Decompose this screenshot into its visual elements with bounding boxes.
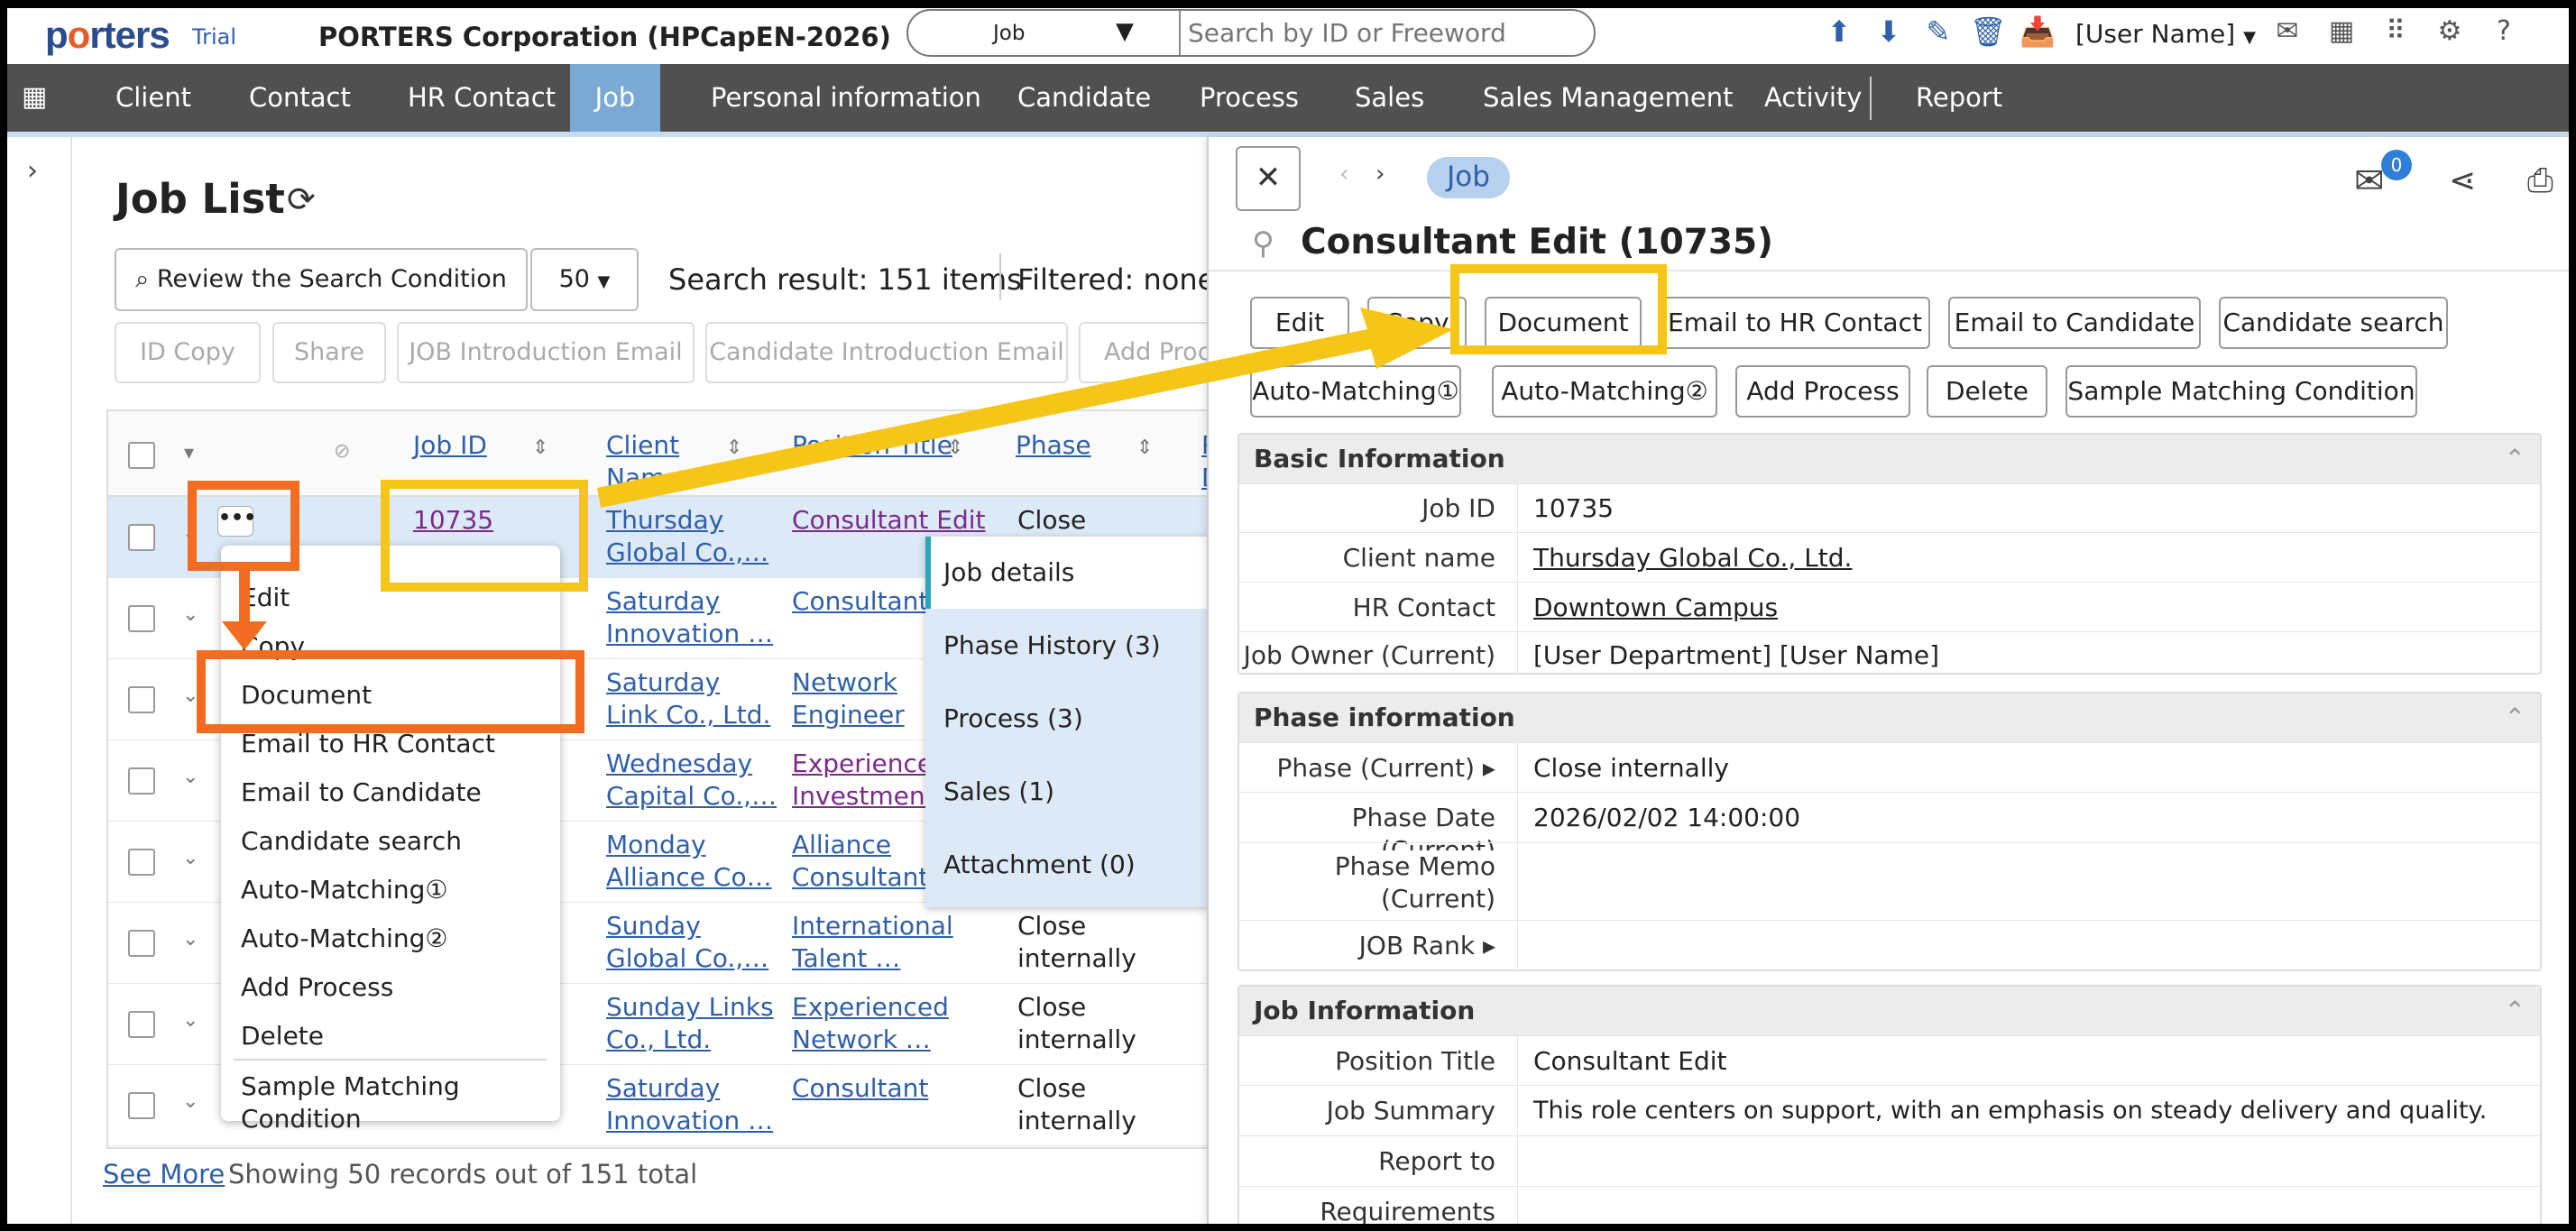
annotation-arrows [222, 308, 1454, 650]
orange-arrow-shaft [239, 571, 250, 623]
orange-arrow-head [222, 621, 267, 650]
app-window: porters Trial PORTERS Corporation (HPCap… [7, 8, 2569, 1224]
yellow-arrow [597, 308, 1454, 508]
